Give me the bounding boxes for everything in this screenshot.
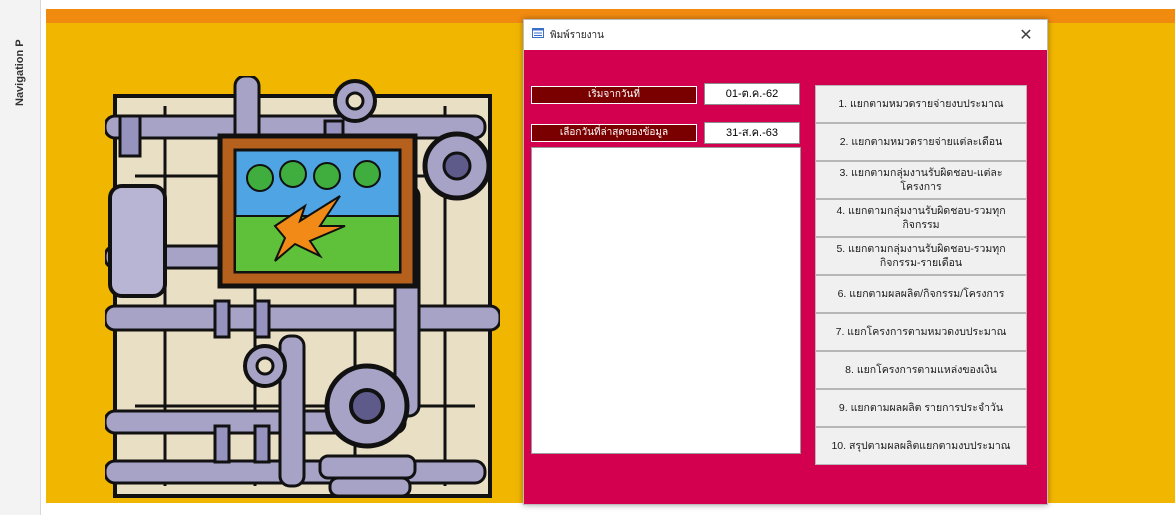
report-button-5[interactable]: 5. แยกตามกลุ่มงานรับผิดชอบ-รวมทุกกิจกรรม…	[815, 237, 1027, 275]
dialog-title: พิมพ์รายงาน	[550, 30, 604, 41]
report-button-2[interactable]: 2. แยกตามหมวดรายจ่ายแต่ละเดือน	[815, 123, 1027, 161]
report-listbox[interactable]	[531, 147, 801, 454]
report-button-9[interactable]: 9. แยกตามผลผลิต รายการประจำวัน	[815, 389, 1027, 427]
navigation-pane-label[interactable]: Navigation P	[0, 0, 40, 120]
dialog-titlebar[interactable]: พิมพ์รายงาน ✕	[524, 20, 1047, 50]
end-date-field[interactable]: 31-ส.ค.-63	[704, 122, 800, 144]
report-button-4[interactable]: 4. แยกตามกลุ่มงานรับผิดชอบ-รวมทุกกิจกรรม	[815, 199, 1027, 237]
report-button-8[interactable]: 8. แยกโครงการตามแหล่งของเงิน	[815, 351, 1027, 389]
start-date-field[interactable]: 01-ต.ค.-62	[704, 83, 800, 105]
pipes-clipart-image	[105, 76, 500, 498]
dialog-body: เริ่มจากวันที่ 01-ต.ค.-62 เลือกวันที่ล่า…	[524, 50, 1047, 504]
navigation-pane[interactable]: Navigation P	[0, 0, 41, 515]
report-button-3[interactable]: 3. แยกตามกลุ่มงานรับผิดชอบ-แต่ละโครงการ	[815, 161, 1027, 199]
print-report-dialog[interactable]: พิมพ์รายงาน ✕ เริ่มจากวันที่ 01-ต.ค.-62 …	[523, 19, 1048, 505]
report-button-6[interactable]: 6. แยกตามผลผลิต/กิจกรรม/โครงการ	[815, 275, 1027, 313]
form-icon	[532, 28, 544, 38]
report-button-1[interactable]: 1. แยกตามหมวดรายจ่ายงบประมาณ	[815, 85, 1027, 123]
report-button-10[interactable]: 10. สรุปตามผลผลิตแยกตามงบประมาณ	[815, 427, 1027, 465]
end-date-label: เลือกวันที่ล่าสุดของข้อมูล	[531, 124, 697, 142]
report-button-7[interactable]: 7. แยกโครงการตามหมวดงบประมาณ	[815, 313, 1027, 351]
navigation-pane-text: Navigation P	[14, 39, 26, 106]
start-date-label: เริ่มจากวันที่	[531, 86, 697, 104]
close-icon[interactable]: ✕	[1015, 24, 1037, 46]
